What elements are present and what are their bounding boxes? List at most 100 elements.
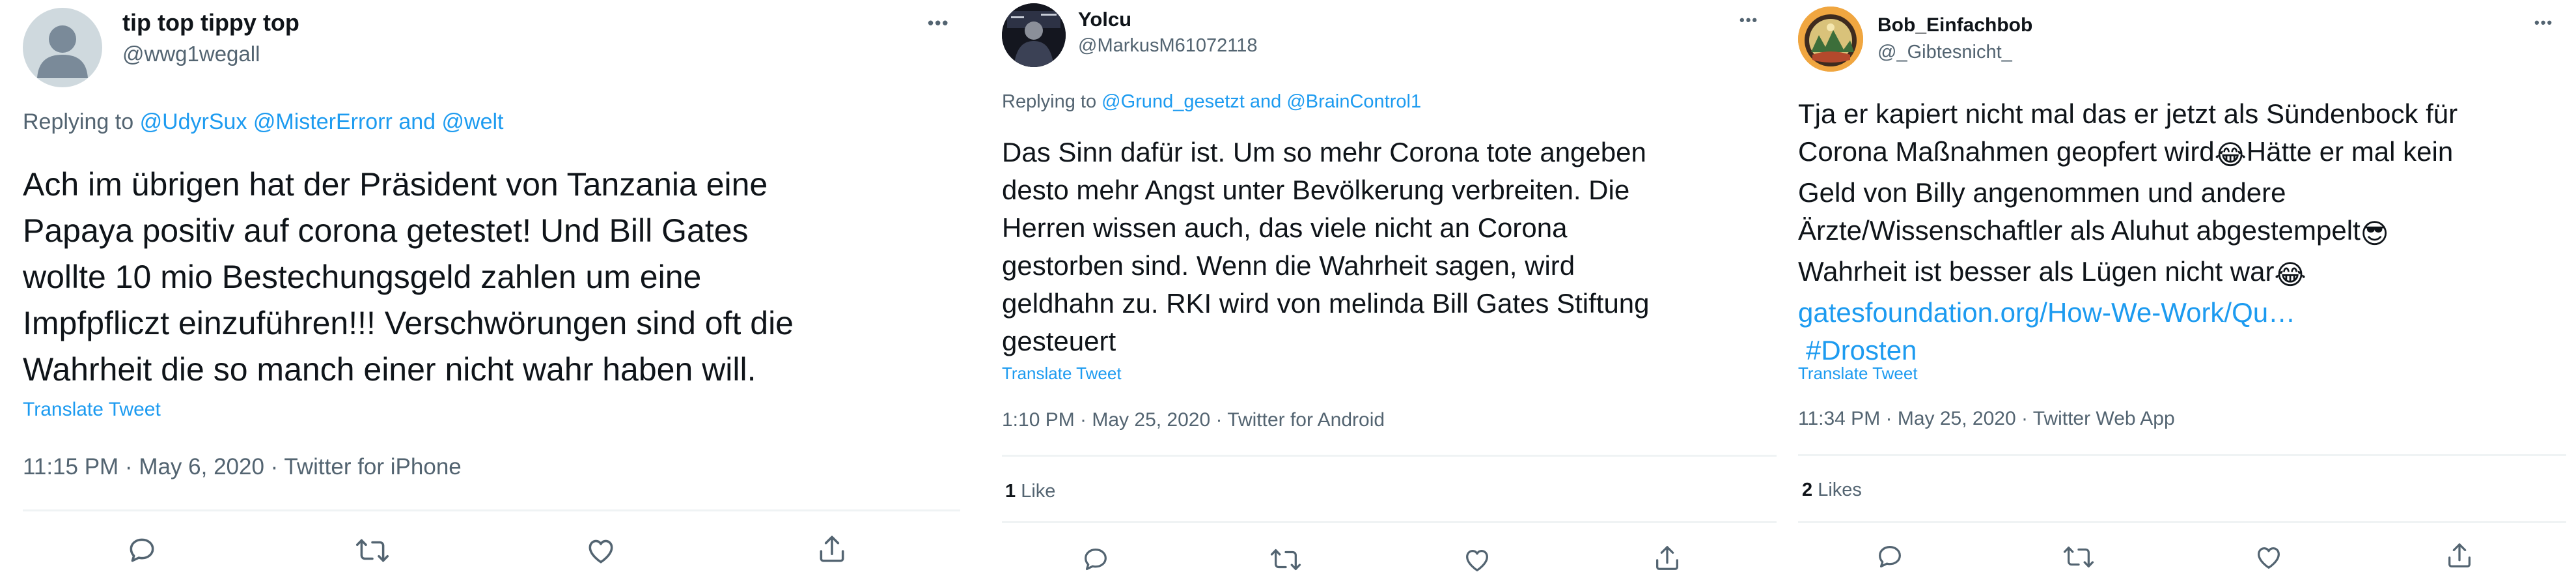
tweet-text-line: Papaya positiv auf corona getestet! Und … [23, 212, 749, 249]
text-span: Ärzte/Wissenschaftler als Aluhut abgeste… [1798, 215, 2361, 246]
tweet-timestamp[interactable]: 11:15 PM · May 6, 2020 · Twitter for iPh… [23, 454, 462, 480]
reply-icon [1085, 549, 1107, 571]
tweet-text: Das Sinn dafür ist. Um so mehr Corona to… [1002, 134, 1777, 360]
text-span: Corona Maßnahmen geopfert wird [1798, 136, 2215, 167]
divider [23, 509, 960, 511]
translate-tweet-link[interactable]: Translate Tweet [23, 399, 161, 421]
external-link[interactable]: gatesfoundation.org/How-We-Work/Qu… [1798, 297, 2295, 328]
tweet-text-line: geldhahn zu. RKI wird von melinda Bill G… [1002, 288, 1650, 319]
share-icon [2448, 543, 2471, 567]
text-span: Hätte er mal kein [2246, 136, 2454, 167]
like-icon [2258, 547, 2280, 569]
user-handle[interactable]: @MarkusM61072118 [1078, 35, 1258, 57]
retweet-icon [355, 539, 389, 562]
reply-button[interactable] [1875, 542, 1905, 572]
tweet-text-line: Ärzte/Wissenschaftler als Aluhut abgeste… [1798, 212, 2566, 253]
tweet-text-line: Impfpfliczt einzuführen!!! Verschwörunge… [23, 305, 794, 341]
display-name[interactable]: tip top tippy top [122, 9, 299, 36]
tweet-text-line: gestorben sind. Wenn die Wahrheit sagen,… [1002, 250, 1575, 281]
text-span: Wahrheit ist besser als Lügen nicht war [1798, 256, 2275, 287]
reply-icon [130, 538, 154, 562]
tweet-text-line: Wahrheit ist besser als Lügen nicht war😂 [1798, 253, 2566, 294]
sunglasses-emoji-icon: 😎 [2360, 218, 2389, 250]
user-handle[interactable]: @wwg1wegall [122, 42, 260, 66]
tweet-text-line: Tja er kapiert nicht mal das er jetzt al… [1798, 95, 2566, 133]
profile-photo-icon [1798, 7, 1863, 72]
replying-to: Replying to @Grund_gesetzt and @BrainCon… [1002, 91, 1421, 113]
mention-conjunction: and [1249, 91, 1282, 112]
hashtag-link[interactable]: #Drosten [1806, 335, 1917, 365]
avatar-default[interactable] [23, 8, 102, 87]
tweet-text-line: desto mehr Angst unter Bevölkerung verbr… [1002, 175, 1630, 205]
tweet-text-line: gatesfoundation.org/How-We-Work/Qu… [1798, 294, 2566, 332]
divider [1002, 521, 1777, 523]
tears-of-joy-emoji-icon: 😂 [2214, 139, 2247, 171]
share-button[interactable] [1652, 543, 1682, 573]
text-span: Tja er kapiert nicht mal das er jetzt al… [1798, 98, 2458, 129]
avatar[interactable] [1798, 7, 1863, 72]
replying-prefix: Replying to [1002, 91, 1097, 112]
profile-photo-icon [1002, 3, 1066, 67]
share-button[interactable] [816, 533, 848, 566]
retweet-button[interactable] [1269, 545, 1302, 575]
tweet-text-line: Geld von Billy angenommen und andere [1798, 174, 2566, 212]
retweet-button[interactable] [355, 534, 390, 567]
tweet-timestamp[interactable]: 1:10 PM · May 25, 2020 · Twitter for And… [1002, 409, 1385, 431]
mention-link[interactable]: @UdyrSux [140, 109, 247, 134]
tweet-text: Tja er kapiert nicht mal das er jetzt al… [1798, 95, 2566, 369]
likes-count[interactable]: 2 Likes [1802, 480, 1862, 501]
user-handle[interactable]: @_Gibtesnicht_ [1877, 42, 2012, 63]
text-span: Geld von Billy angenommen und andere [1798, 177, 2286, 208]
like-icon [589, 539, 613, 564]
share-icon [1656, 546, 1678, 570]
translate-tweet-link[interactable]: Translate Tweet [1798, 364, 1918, 384]
mention-link[interactable]: @welt [442, 109, 504, 134]
like-button[interactable] [2254, 542, 2284, 572]
more-options-icon[interactable]: ••• [1739, 12, 1758, 29]
retweet-button[interactable] [2062, 542, 2095, 572]
likes-number: 2 [1802, 480, 1813, 500]
avatar[interactable] [1002, 3, 1066, 67]
mention-link[interactable]: @Grund_gesetzt [1101, 91, 1245, 112]
likes-number: 1 [1005, 481, 1016, 502]
tweet-card: Bob_Einfachbob @_Gibtesnicht_ ••• Tja er… [1790, 0, 2576, 587]
like-icon [1466, 549, 1488, 571]
tweet-text-line: gesteuert [1002, 326, 1116, 356]
tweet-card: tip top tippy top @wwg1wegall ••• Replyi… [0, 0, 996, 587]
likes-count[interactable]: 1 Like [1005, 481, 1055, 502]
reply-button[interactable] [1081, 545, 1111, 575]
retweet-icon [2063, 546, 2094, 568]
share-button[interactable] [2444, 541, 2474, 571]
mention-link[interactable]: @BrainControl1 [1286, 91, 1421, 112]
share-icon [820, 536, 844, 562]
tweet-text-line: Wahrheit die so manch einer nicht wahr h… [23, 351, 756, 388]
likes-label: Like [1021, 481, 1056, 502]
more-options-icon[interactable]: ••• [2534, 14, 2553, 31]
replying-to: Replying to @UdyrSux @MisterErrorr and @… [23, 109, 503, 135]
reply-icon [1879, 546, 1901, 568]
tweet-text-line: Corona Maßnahmen geopfert wird😂Hätte er … [1798, 133, 2566, 174]
default-profile-icon [37, 25, 88, 78]
display-name[interactable]: Bob_Einfachbob [1877, 14, 2032, 36]
tweet-text-line: Das Sinn dafür ist. Um so mehr Corona to… [1002, 137, 1646, 167]
tweet-text-line: wollte 10 mio Bestechungsgeld zahlen um … [23, 259, 702, 295]
like-button[interactable] [1462, 545, 1492, 575]
divider [1002, 455, 1777, 457]
divider [1798, 454, 2566, 456]
tweet-timestamp[interactable]: 11:34 PM · May 25, 2020 · Twitter Web Ap… [1798, 408, 2175, 430]
tweet-card: Yolcu @MarkusM61072118 ••• Replying to @… [996, 0, 1790, 587]
mention-link[interactable]: @MisterErrorr [253, 109, 393, 134]
display-name[interactable]: Yolcu [1078, 8, 1131, 31]
retweet-icon [1270, 549, 1301, 571]
tweet-text-line: Ach im übrigen hat der Präsident von Tan… [23, 166, 768, 203]
replying-prefix: Replying to [23, 109, 134, 134]
more-options-icon[interactable]: ••• [928, 13, 949, 33]
reply-button[interactable] [126, 534, 158, 567]
tweet-text: Ach im übrigen hat der Präsident von Tan… [23, 162, 986, 393]
tears-of-joy-emoji-icon: 😂 [2274, 259, 2306, 291]
likes-label: Likes [1818, 480, 1862, 500]
tweet-text-line: Herren wissen auch, das viele nicht an C… [1002, 212, 1568, 243]
like-button[interactable] [585, 534, 617, 567]
mention-conjunction: and [398, 109, 436, 134]
translate-tweet-link[interactable]: Translate Tweet [1002, 364, 1122, 384]
